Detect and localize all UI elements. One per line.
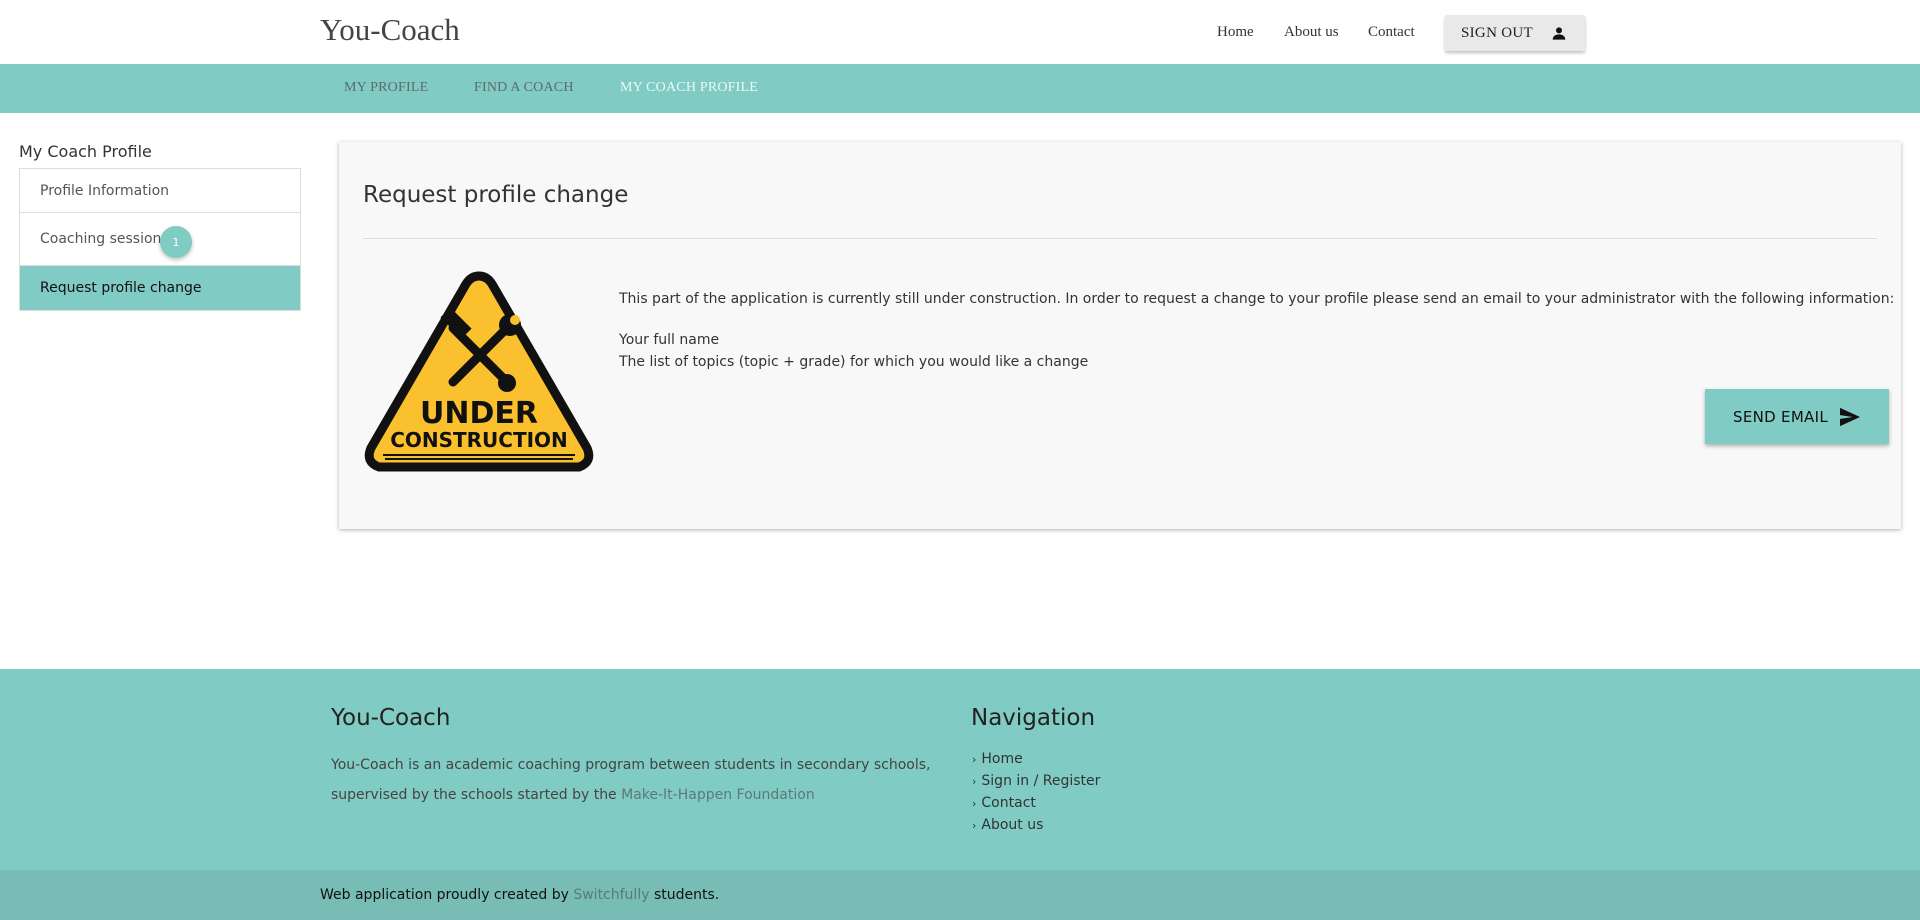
- switchfully-link[interactable]: Switchfully: [573, 887, 649, 903]
- chevron-right-icon: ›: [972, 774, 977, 788]
- footer-bottom-bar: [0, 870, 1920, 920]
- footer-nav-list: › Home › Sign in / Register › Contact › Abou…: [972, 748, 1100, 836]
- sidebar-item-label: Request profile change: [40, 280, 202, 296]
- tab-my-coach-profile[interactable]: MY COACH PROFILE: [620, 80, 758, 96]
- sub-navigation-bar: [0, 64, 1920, 113]
- sessions-count-badge: 1: [160, 226, 192, 258]
- footer-brand-title: You-Coach: [331, 705, 451, 731]
- sidebar-item-label: Coaching sessions: [40, 231, 169, 247]
- footer: [0, 669, 1920, 870]
- sidebar-item-label: Profile Information: [40, 182, 170, 199]
- make-it-happen-link[interactable]: Make-It-Happen Foundation: [621, 787, 815, 803]
- footer-nav-item[interactable]: › Home: [972, 748, 1100, 770]
- footer-nav-item[interactable]: › Sign in / Register: [972, 770, 1100, 792]
- sign-out-button[interactable]: SIGN OUT: [1445, 15, 1585, 51]
- footer-credit: Web application proudly created by Switc…: [320, 887, 720, 903]
- footer-description: You-Coach is an academic coaching progra…: [331, 757, 931, 803]
- person-icon: [1552, 27, 1566, 40]
- footer-nav-item[interactable]: › Contact: [972, 792, 1100, 814]
- footer-nav-item[interactable]: › About us: [972, 814, 1100, 836]
- sign-out-label: SIGN OUT: [1461, 24, 1533, 41]
- sidebar-item-coaching-sessions[interactable]: Coaching sessions 1: [20, 213, 300, 266]
- chevron-right-icon: ›: [972, 796, 977, 810]
- chevron-right-icon: ›: [972, 752, 977, 766]
- sidebar-item-profile-information[interactable]: Profile Information: [20, 169, 300, 213]
- send-email-button[interactable]: SEND EMAIL: [1705, 389, 1889, 444]
- nav-contact-link[interactable]: Contact: [1368, 24, 1415, 41]
- request-profile-change-card: Request profile change UNDER CONSTRUCTIO…: [339, 142, 1901, 529]
- under-construction-image: UNDER CONSTRUCTION: [364, 271, 594, 472]
- divider: [363, 238, 1877, 239]
- page-title: Request profile change: [363, 182, 629, 208]
- info-item-topics: The list of topics (topic + grade) for w…: [619, 354, 1089, 370]
- send-icon: [1840, 407, 1860, 427]
- info-item-full-name: Your full name: [619, 332, 720, 348]
- tab-my-profile[interactable]: MY PROFILE: [344, 80, 428, 96]
- footer-navigation-title: Navigation: [971, 705, 1096, 731]
- sign-text-under: UNDER: [420, 396, 538, 431]
- top-bar: You-Coach Home About us Contact SIGN OUT: [0, 0, 1920, 64]
- tab-find-a-coach[interactable]: FIND A COACH: [474, 80, 574, 96]
- sidebar-title: My Coach Profile: [19, 142, 152, 161]
- nav-about-link[interactable]: About us: [1284, 24, 1339, 41]
- construction-message: This part of the application is currentl…: [619, 291, 1895, 307]
- sidebar-item-request-profile-change[interactable]: Request profile change: [20, 266, 300, 310]
- brand-logo[interactable]: You-Coach: [320, 12, 460, 48]
- sign-text-construction: CONSTRUCTION: [390, 428, 568, 452]
- send-email-label: SEND EMAIL: [1733, 407, 1828, 426]
- nav-home-link[interactable]: Home: [1217, 24, 1254, 41]
- chevron-right-icon: ›: [972, 818, 977, 832]
- sidebar-menu: Profile Information Coaching sessions 1 …: [19, 168, 301, 311]
